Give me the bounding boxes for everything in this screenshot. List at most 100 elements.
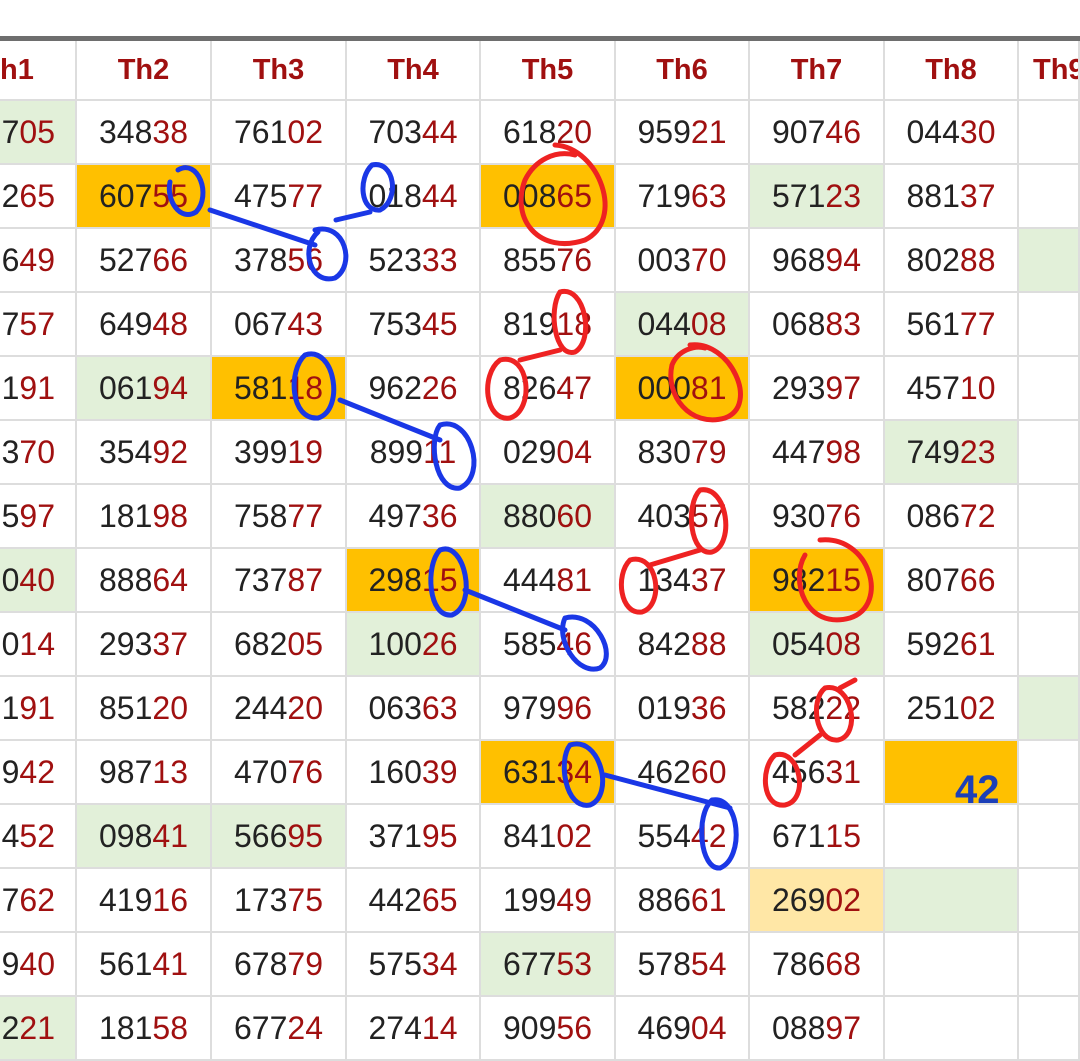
column-header-th8: Th8 bbox=[885, 41, 1019, 101]
table-cell: 354 92 bbox=[77, 421, 212, 485]
table-cell: 061 94 bbox=[77, 357, 212, 421]
table-cell: 475 77 bbox=[212, 165, 347, 229]
table-cell: 982 15 bbox=[750, 549, 885, 613]
table-cell: 607 55 bbox=[77, 165, 212, 229]
table-cell bbox=[885, 933, 1019, 997]
table-cell bbox=[885, 869, 1019, 933]
table-cell: 671 15 bbox=[750, 805, 885, 869]
table-cell: 419 16 bbox=[77, 869, 212, 933]
column-header-th6: Th6 bbox=[616, 41, 750, 101]
table-cell: 181 58 bbox=[77, 997, 212, 1061]
table-cell: 979 96 bbox=[481, 677, 616, 741]
table-cell bbox=[1019, 549, 1080, 613]
column-header-th7: Th7 bbox=[750, 41, 885, 101]
table-cell: 581 18 bbox=[212, 357, 347, 421]
table-cell: 888 64 bbox=[77, 549, 212, 613]
table-cell: 682 05 bbox=[212, 613, 347, 677]
table-cell: 403 57 bbox=[616, 485, 750, 549]
table-cell: 2 21 bbox=[0, 997, 77, 1061]
table-cell: 886 61 bbox=[616, 869, 750, 933]
table-cell: 469 04 bbox=[616, 997, 750, 1061]
table-cell bbox=[1019, 741, 1080, 805]
table-cell: 7 62 bbox=[0, 869, 77, 933]
table-cell: 578 54 bbox=[616, 933, 750, 997]
column-header-h1: h1 bbox=[0, 41, 77, 101]
table-cell: 2 65 bbox=[0, 165, 77, 229]
column-header-th3: Th3 bbox=[212, 41, 347, 101]
table-cell: 566 95 bbox=[212, 805, 347, 869]
table-cell bbox=[1019, 485, 1080, 549]
table-cell: 444 81 bbox=[481, 549, 616, 613]
table-cell: 677 53 bbox=[481, 933, 616, 997]
table-cell: 269 02 bbox=[750, 869, 885, 933]
table-cell: 592 61 bbox=[885, 613, 1019, 677]
table-cell: 068 83 bbox=[750, 293, 885, 357]
table-cell: 0 40 bbox=[0, 549, 77, 613]
table-cell: 9 42 bbox=[0, 741, 77, 805]
table-cell: 930 76 bbox=[750, 485, 885, 549]
table-cell: 737 87 bbox=[212, 549, 347, 613]
top-bar bbox=[0, 0, 1080, 36]
table-cell: 842 88 bbox=[616, 613, 750, 677]
table-cell: 098 41 bbox=[77, 805, 212, 869]
table-cell bbox=[1019, 165, 1080, 229]
column-header-th5: Th5 bbox=[481, 41, 616, 101]
table-cell: 761 02 bbox=[212, 101, 347, 165]
table-cell bbox=[1019, 869, 1080, 933]
table-cell: 6 49 bbox=[0, 229, 77, 293]
table-cell: 561 77 bbox=[885, 293, 1019, 357]
table-cell: 881 37 bbox=[885, 165, 1019, 229]
table-cell bbox=[1019, 805, 1080, 869]
table-cell: 527 66 bbox=[77, 229, 212, 293]
table-cell bbox=[1019, 357, 1080, 421]
table-cell: 088 97 bbox=[750, 997, 885, 1061]
table-cell: 582 22 bbox=[750, 677, 885, 741]
table-cell: 575 34 bbox=[347, 933, 481, 997]
table-cell bbox=[885, 805, 1019, 869]
handwritten-note: 42 bbox=[955, 768, 1000, 812]
table-cell: 044 30 bbox=[885, 101, 1019, 165]
table-cell: 442 65 bbox=[347, 869, 481, 933]
table-cell: 758 77 bbox=[212, 485, 347, 549]
table-cell: 399 19 bbox=[212, 421, 347, 485]
table-cell: 571 23 bbox=[750, 165, 885, 229]
table-cell: 968 94 bbox=[750, 229, 885, 293]
table-cell: 802 88 bbox=[885, 229, 1019, 293]
table-cell: 199 49 bbox=[481, 869, 616, 933]
table-cell: 447 98 bbox=[750, 421, 885, 485]
table-cell: 029 04 bbox=[481, 421, 616, 485]
table-cell bbox=[1019, 421, 1080, 485]
table-cell: 5 97 bbox=[0, 485, 77, 549]
table-cell: 841 02 bbox=[481, 805, 616, 869]
column-header-th2: Th2 bbox=[77, 41, 212, 101]
table-cell: 786 68 bbox=[750, 933, 885, 997]
table-cell: 4 52 bbox=[0, 805, 77, 869]
table-cell bbox=[1019, 613, 1080, 677]
table-cell: 719 63 bbox=[616, 165, 750, 229]
table-cell: 100 26 bbox=[347, 613, 481, 677]
table-cell: 909 56 bbox=[481, 997, 616, 1061]
table-cell: 293 37 bbox=[77, 613, 212, 677]
table-cell: 1 91 bbox=[0, 357, 77, 421]
table-cell: 585 46 bbox=[481, 613, 616, 677]
table-cell: 173 75 bbox=[212, 869, 347, 933]
table-cell: 830 79 bbox=[616, 421, 750, 485]
table-cell: 7 57 bbox=[0, 293, 77, 357]
table-cell: 298 15 bbox=[347, 549, 481, 613]
table-cell: 293 97 bbox=[750, 357, 885, 421]
table-cell: 160 39 bbox=[347, 741, 481, 805]
table-cell: 826 47 bbox=[481, 357, 616, 421]
table-cell: 086 72 bbox=[885, 485, 1019, 549]
table-cell: 631 34 bbox=[481, 741, 616, 805]
table-cell: 899 11 bbox=[347, 421, 481, 485]
table-cell: 554 42 bbox=[616, 805, 750, 869]
results-table: h1 Th2 Th3 Th4 Th5 Th6 Th7 Th8 Th9 7 05 348 38 761 02 7… bbox=[0, 41, 1080, 1061]
table-cell: 018 44 bbox=[347, 165, 481, 229]
table-cell bbox=[1019, 293, 1080, 357]
table-cell: 274 14 bbox=[347, 997, 481, 1061]
table-cell: 462 60 bbox=[616, 741, 750, 805]
table-cell: 000 81 bbox=[616, 357, 750, 421]
table-cell bbox=[1019, 677, 1080, 741]
table-cell: 523 33 bbox=[347, 229, 481, 293]
table-cell: 561 41 bbox=[77, 933, 212, 997]
